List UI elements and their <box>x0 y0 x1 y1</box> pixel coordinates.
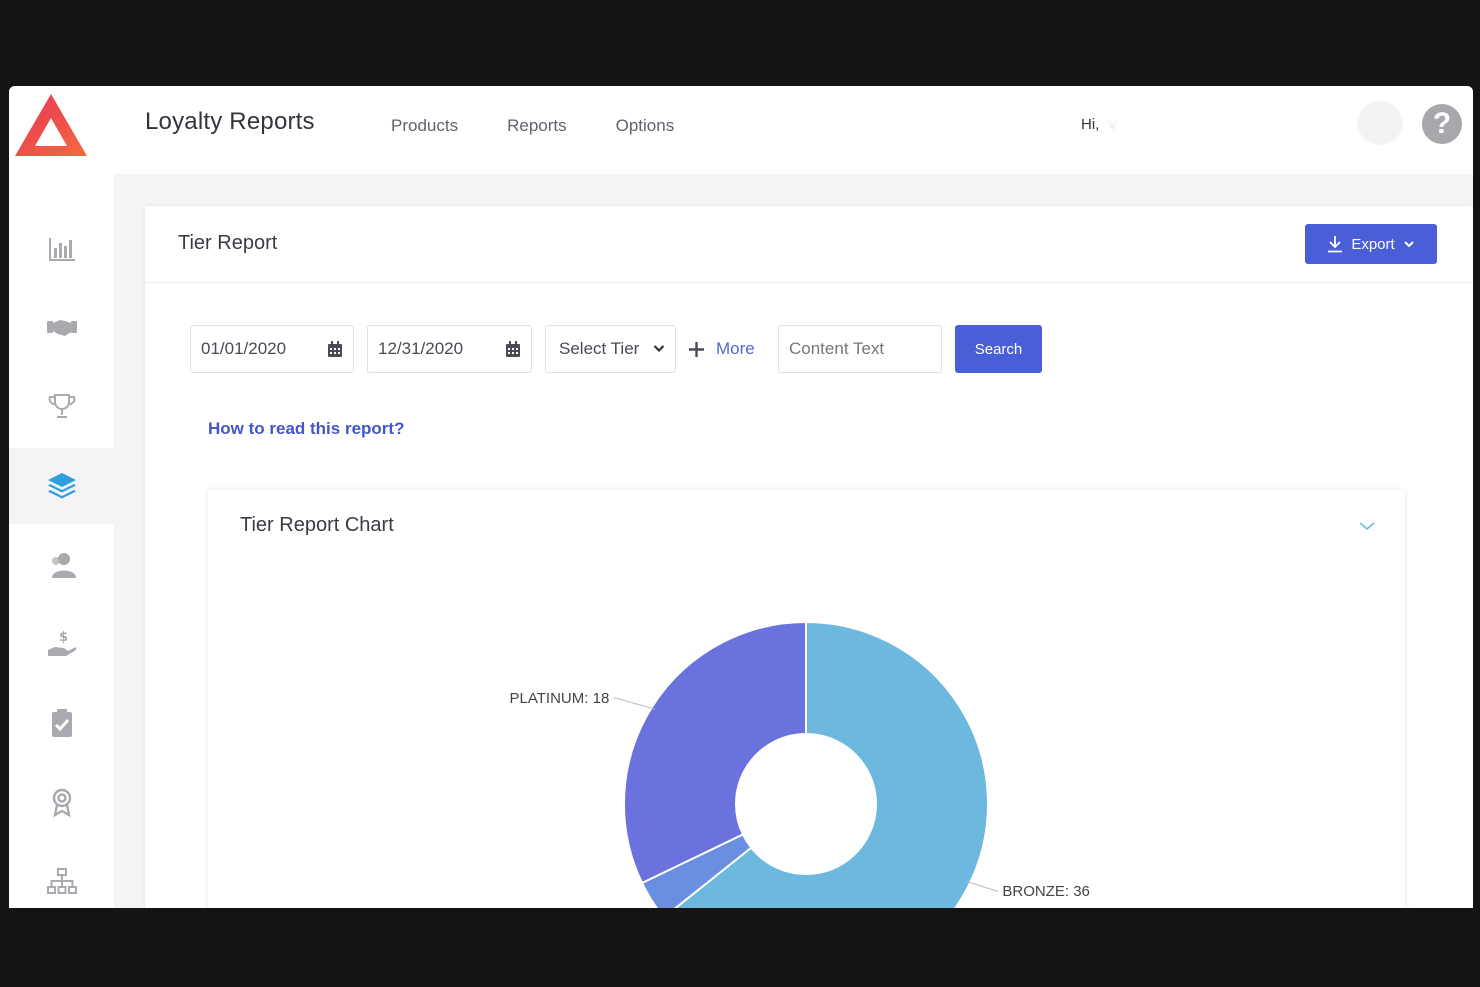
hand-dollar-icon: $ <box>47 630 76 656</box>
users-icon <box>51 553 76 578</box>
plus-icon <box>689 341 704 357</box>
layers-icon <box>47 473 76 499</box>
sidebar-item-partners[interactable] <box>9 289 114 365</box>
tier-report-card: Tier Report Export 01/01/2020 12/31/2020 <box>145 206 1473 908</box>
user-name[interactable]: v <box>1109 116 1349 134</box>
avatar[interactable] <box>1359 102 1401 144</box>
calendar-icon <box>328 341 342 357</box>
help-icon[interactable]: ? <box>1422 104 1462 144</box>
top-bar: Loyalty Reports Products Reports Options… <box>9 86 1473 174</box>
search-button[interactable]: Search <box>955 325 1042 373</box>
sidebar-item-hierarchy[interactable] <box>9 843 114 908</box>
end-date-value: 12/31/2020 <box>378 339 464 358</box>
tier-select[interactable]: Select Tier <box>545 325 676 373</box>
chart-card: Tier Report Chart BRONZE: 36 PLATINUM: 18 <box>208 490 1405 908</box>
sitemap-icon <box>46 868 77 894</box>
chevron-down-icon <box>1403 241 1414 248</box>
how-to-read-link[interactable]: How to read this report? <box>208 419 404 439</box>
calendar-icon <box>506 341 520 357</box>
award-icon <box>52 788 71 818</box>
export-label: Export <box>1351 235 1395 253</box>
user-greeting: Hi, <box>1081 116 1100 133</box>
download-icon <box>1328 236 1343 253</box>
more-label: More <box>716 339 755 358</box>
nav-options[interactable]: Options <box>616 116 675 136</box>
start-date-value: 01/01/2020 <box>201 339 287 358</box>
brand-logo-icon[interactable] <box>13 92 89 158</box>
sidebar-item-members[interactable] <box>9 527 114 603</box>
sidebar-item-tiers[interactable] <box>9 448 114 524</box>
content-text-input[interactable] <box>778 325 942 373</box>
start-date-input[interactable]: 01/01/2020 <box>190 325 354 373</box>
sidebar-item-dashboard[interactable] <box>9 210 114 286</box>
end-date-input[interactable]: 12/31/2020 <box>367 325 532 373</box>
page-title: Tier Report <box>178 232 278 254</box>
bottom-bar <box>0 908 1480 987</box>
export-button[interactable]: Export <box>1305 224 1437 264</box>
clipboard-check-icon <box>51 709 72 737</box>
more-filters-link[interactable]: More <box>689 339 755 359</box>
trophy-icon <box>48 394 75 418</box>
app-window: Loyalty Reports Products Reports Options… <box>9 86 1473 908</box>
bar-chart-icon <box>48 238 75 261</box>
label-leader-line <box>966 880 999 892</box>
app-title: Loyalty Reports <box>145 108 315 135</box>
handshake-icon <box>46 320 77 336</box>
tier-select-value: Select Tier <box>559 339 640 358</box>
label-leader-line <box>613 697 656 710</box>
chevron-down-icon <box>653 345 665 353</box>
data-label-bronze: BRONZE: 36 <box>1002 883 1090 900</box>
nav-reports[interactable]: Reports <box>507 116 567 136</box>
card-header: Tier Report Export <box>145 206 1473 283</box>
sidebar: $ <box>9 174 114 908</box>
sidebar-item-payments[interactable]: $ <box>9 606 114 682</box>
pie-slice-platinum[interactable] <box>623 620 807 885</box>
sidebar-item-badges[interactable] <box>9 764 114 840</box>
donut-chart: BRONZE: 36 PLATINUM: 18 <box>510 620 1090 908</box>
data-label-platinum: PLATINUM: 18 <box>510 690 610 707</box>
main-nav: Products Reports Options <box>391 116 723 136</box>
sidebar-item-tasks[interactable] <box>9 685 114 761</box>
sidebar-item-rewards[interactable] <box>9 368 114 444</box>
svg-text:$: $ <box>59 630 68 645</box>
nav-products[interactable]: Products <box>391 116 458 136</box>
